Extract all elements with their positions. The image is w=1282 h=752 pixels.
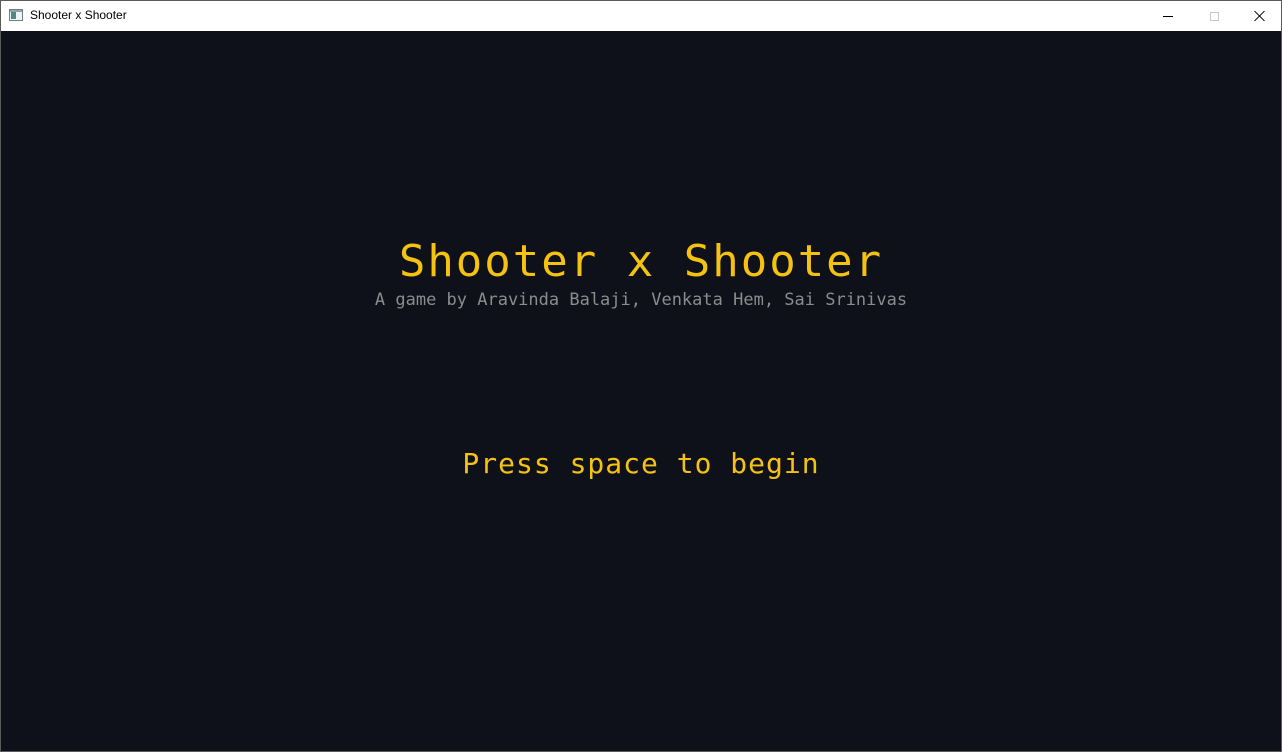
title-bar[interactable]: Shooter x Shooter: [1, 1, 1281, 31]
maximize-icon: [1209, 11, 1219, 21]
close-icon: [1254, 10, 1266, 22]
game-title: Shooter x Shooter: [398, 236, 884, 287]
app-window-icon[interactable]: [9, 9, 23, 21]
window-title: Shooter x Shooter: [30, 8, 127, 22]
game-canvas[interactable]: Shooter x Shooter A game by Aravinda Bal…: [1, 31, 1281, 751]
minimize-button[interactable]: [1145, 1, 1191, 31]
maximize-button[interactable]: [1191, 1, 1237, 31]
close-button[interactable]: [1237, 1, 1282, 31]
app-window: Shooter x Shooter Shooter x Shooter A ga…: [0, 0, 1282, 752]
minimize-icon: [1163, 15, 1173, 17]
start-prompt: Press space to begin: [462, 447, 820, 480]
game-credits: A game by Aravinda Balaji, Venkata Hem, …: [374, 290, 908, 310]
